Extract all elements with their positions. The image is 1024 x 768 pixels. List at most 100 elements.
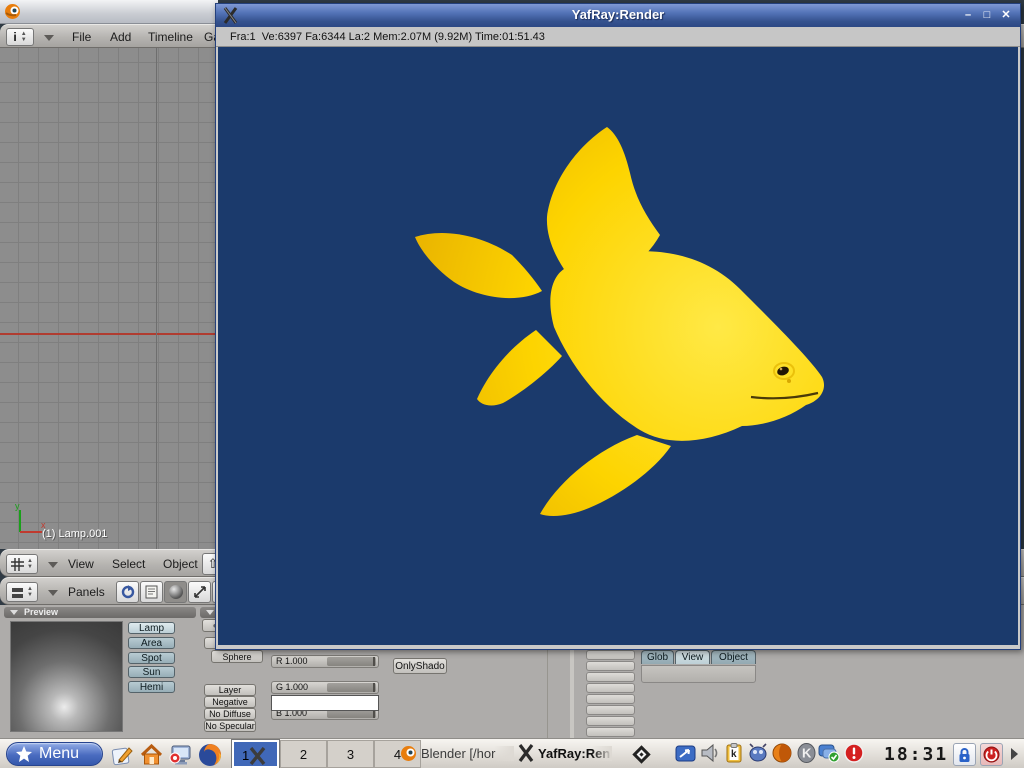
tab-glob[interactable]: Glob [641,650,674,664]
info-icon: i [13,30,16,44]
texture-slot-button[interactable] [586,661,635,671]
editor-type-button[interactable]: ▲▼ [6,554,38,574]
close-button[interactable]: ✕ [998,8,1014,23]
map-input-empty-field [641,665,756,683]
svg-text:k: k [731,749,737,760]
grid-icon [11,558,24,571]
desktop-pager-3[interactable]: 3 [327,740,374,768]
tab-view[interactable]: View [675,650,710,664]
lamp-type-spot-button[interactable]: Spot [128,652,175,664]
logout-button[interactable] [980,743,1003,766]
menu-object[interactable]: Object [163,552,198,576]
texture-slot-button[interactable] [586,705,635,715]
render-stats-bar: Fra:1 Ve:6397 Fa:6344 La:2 Mem:2.07M (9.… [216,27,1020,47]
script-context-button[interactable] [140,581,163,603]
major-grid-line [156,48,157,549]
firefox-icon [197,742,223,768]
clipboard-tray-icon[interactable]: k [725,743,743,768]
only-shadow-toggle-button[interactable]: OnlyShado [393,658,447,674]
tab-object[interactable]: Object [711,650,756,664]
taskbar-clock[interactable]: 18:31 [884,744,946,765]
blender-titlebar[interactable] [0,0,218,24]
logic-context-button[interactable] [116,581,139,603]
collapse-menus-icon[interactable] [48,562,58,568]
note-editor-icon [110,743,134,767]
pager-number: 1 [242,742,249,768]
lamp-type-area-button[interactable]: Area [128,637,175,649]
svg-text:y: y [15,501,20,511]
minimize-button[interactable]: – [960,8,976,23]
buttons-panel-icon [11,586,24,599]
note-editor-launcher[interactable] [110,743,134,768]
orange-ball-tray-icon[interactable] [772,743,792,768]
desktop-pager-1[interactable]: 1 [232,740,279,768]
blender-task-button[interactable] [400,745,417,767]
script-icon [145,585,158,599]
screen-share-tray-icon[interactable] [675,744,696,768]
x-axis-line [0,333,218,335]
texture-slot-button[interactable] [586,672,635,682]
viewport-3d[interactable]: y x (1) Lamp.001 [0,48,218,549]
slider-bar[interactable] [327,657,376,666]
blender-task-label[interactable]: Blender [/hor [421,746,514,761]
menu-select[interactable]: Select [112,552,145,576]
texture-slot-button[interactable] [586,694,635,704]
stepper-icon: ▲▼ [27,586,33,598]
desktop-pager-2[interactable]: 2 [280,740,327,768]
layer-toggle-button[interactable]: Layer [204,684,256,696]
slider-bar[interactable] [327,683,376,692]
menu-view[interactable]: View [68,552,94,576]
alert-tray-icon[interactable] [844,743,864,768]
floppy-launcher[interactable] [630,743,653,768]
messenger-tray-icon[interactable] [818,743,840,768]
volume-tray-icon[interactable] [700,743,720,768]
no-diffuse-toggle-button[interactable]: No Diffuse [204,708,256,720]
k-menu-button[interactable]: Menu [6,742,103,766]
panels-menu[interactable]: Panels [68,580,105,604]
negative-toggle-button[interactable]: Negative [204,696,256,708]
window-type-button[interactable]: i ▲▼ [6,28,34,46]
panel-hide-arrow-icon[interactable] [1011,748,1018,760]
render-result-image [218,47,1018,645]
desktop: i ▲▼ File Add Timeline Ga y x (1) Lamp.0… [0,0,1024,768]
texture-slot-button[interactable] [586,683,635,693]
lamp-type-lamp-button[interactable]: Lamp [128,622,175,634]
shading-context-button[interactable] [164,581,187,603]
kde-k-tray-icon[interactable]: K [797,743,816,768]
maximize-button[interactable]: □ [979,8,995,23]
lamp-type-hemi-button[interactable]: Hemi [128,681,175,693]
lamp-color-swatch[interactable] [271,695,379,711]
preview-panel-header[interactable]: Preview [4,607,196,618]
lamp-type-sun-button[interactable]: Sun [128,666,175,678]
yafray-task-label[interactable]: YafRay:Ren [538,746,612,761]
home-folder-launcher[interactable] [139,743,164,768]
menu-timeline[interactable]: Timeline [148,25,193,49]
no-specular-toggle-button[interactable]: No Specular [204,720,256,732]
yafray-titlebar[interactable]: YafRay:Render – □ ✕ [216,4,1020,27]
firefox-launcher[interactable] [197,742,223,768]
lock-session-button[interactable] [953,743,976,766]
yafray-task-button[interactable] [517,744,535,767]
monitor-icon [168,743,193,767]
editor-type-button[interactable]: ▲▼ [6,582,38,602]
menu-file[interactable]: File [72,25,91,49]
menu-add[interactable]: Add [110,25,131,49]
sphere-toggle-button[interactable]: Sphere [211,650,263,663]
red-slider[interactable]: R 1.000 [271,655,379,668]
collapse-menus-icon[interactable] [44,35,54,41]
window-title: YafRay:Render [216,7,1020,22]
collapse-menus-icon[interactable] [48,590,58,596]
x11-icon [248,747,268,765]
object-context-button[interactable] [188,581,211,603]
shading-sphere-icon [169,585,183,599]
texture-slot-button[interactable] [586,716,635,726]
texture-slot-button[interactable] [586,727,635,737]
taskbar: Menu [0,738,1024,768]
green-slider[interactable]: G 1.000 [271,681,379,694]
gadget-tray-icon[interactable] [748,743,768,768]
display-settings-launcher[interactable] [168,743,193,768]
texture-slot-button[interactable] [586,650,635,660]
power-icon [983,746,1000,763]
blender-icon [4,3,21,20]
star-icon [15,745,33,763]
